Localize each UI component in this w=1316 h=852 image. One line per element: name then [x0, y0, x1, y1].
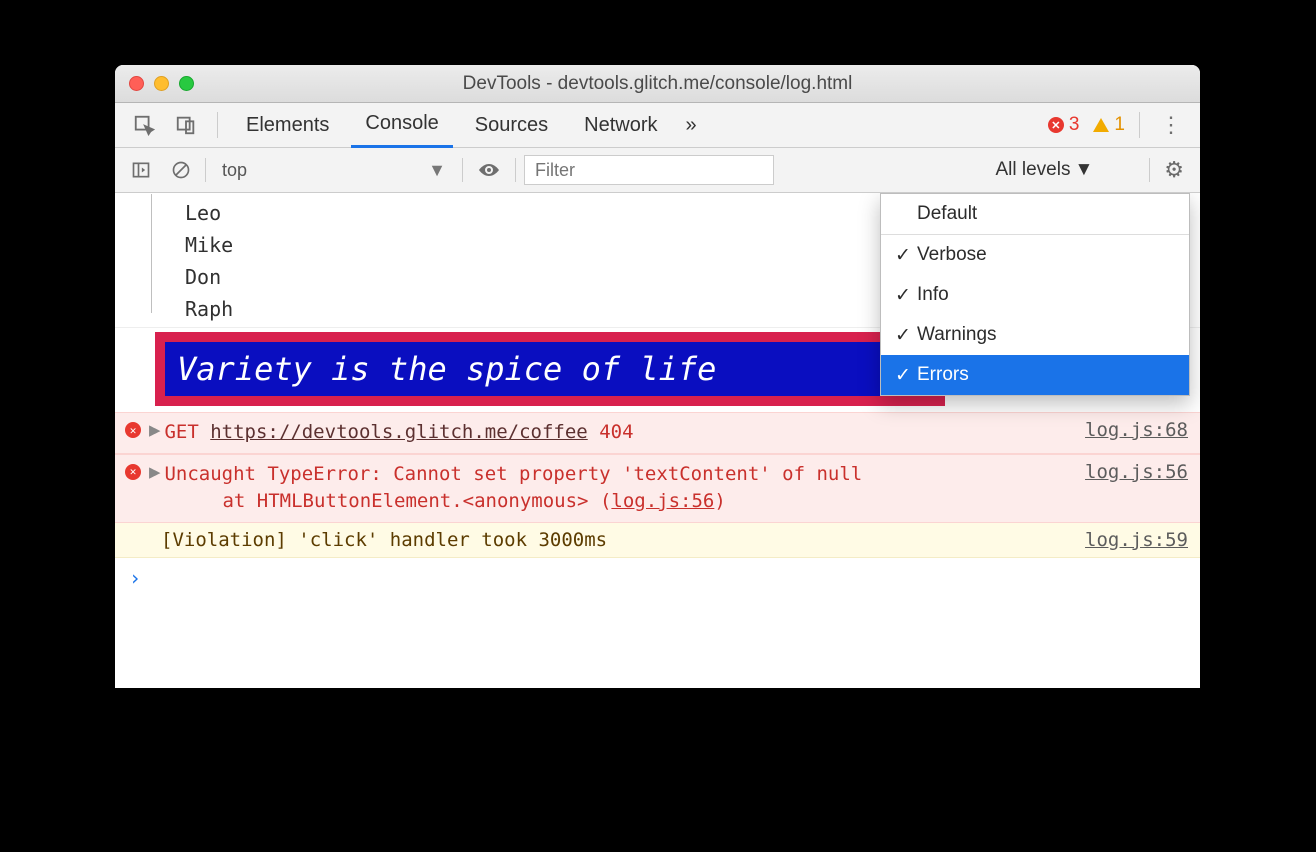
violation-message: [Violation] 'click' handler took 3000ms — [161, 529, 607, 551]
window-title: DevTools - devtools.glitch.me/console/lo… — [115, 73, 1200, 95]
console-row-violation: [Violation] 'click' handler took 3000ms … — [115, 523, 1200, 558]
error-count[interactable]: ✕ 3 — [1048, 114, 1080, 136]
separator — [515, 158, 516, 182]
device-toggle-icon[interactable] — [169, 110, 203, 140]
separator — [217, 112, 218, 138]
console-row-error: ✕ ▶ Uncaught TypeError: Cannot set prope… — [115, 454, 1200, 523]
levels-menu-warnings[interactable]: ✓Warnings — [881, 315, 1189, 355]
error-icon: ✕ — [123, 422, 143, 438]
levels-label: All levels — [995, 159, 1070, 181]
error-icon: ✕ — [1048, 117, 1064, 133]
kebab-menu-icon[interactable]: ⋮ — [1154, 108, 1188, 142]
warning-icon — [1093, 118, 1109, 132]
styled-log-text: Variety is the spice of life — [165, 342, 935, 396]
levels-menu-default[interactable]: Default — [881, 194, 1189, 234]
chevron-down-icon: ▼ — [428, 160, 446, 181]
console-prompt[interactable]: › — [115, 558, 1200, 598]
settings-icon[interactable]: ⚙ — [1158, 153, 1190, 187]
clear-console-icon[interactable] — [165, 156, 197, 184]
levels-menu-errors[interactable]: ✓Errors — [881, 355, 1189, 395]
console-body: Leo Mike Don Raph Variety is the spice o… — [115, 193, 1200, 688]
error-message: GET https://devtools.glitch.me/coffee 40… — [164, 419, 633, 447]
tab-sources[interactable]: Sources — [461, 103, 562, 148]
levels-menu-info[interactable]: ✓Info — [881, 275, 1189, 315]
source-link[interactable]: log.js:59 — [1065, 529, 1188, 551]
styled-log: Variety is the spice of life — [155, 332, 945, 406]
separator — [462, 158, 463, 182]
warning-count[interactable]: 1 — [1093, 114, 1125, 136]
filter-input[interactable] — [524, 155, 774, 185]
sidebar-toggle-icon[interactable] — [125, 156, 157, 184]
separator — [1139, 112, 1140, 138]
panel-tabs: Elements Console Sources Network » ✕ 3 1… — [115, 103, 1200, 148]
levels-menu: Default ✓Verbose ✓Info ✓Warnings ✓Errors — [880, 193, 1190, 396]
request-url[interactable]: https://devtools.glitch.me/coffee — [210, 421, 588, 443]
separator — [205, 158, 206, 182]
tab-network[interactable]: Network — [570, 103, 671, 148]
tabs-overflow[interactable]: » — [680, 103, 703, 148]
disclosure-icon[interactable]: ▶ — [149, 461, 160, 483]
disclosure-icon[interactable]: ▶ — [149, 419, 160, 441]
error-message: Uncaught TypeError: Cannot set property … — [164, 461, 862, 516]
context-value: top — [222, 160, 247, 181]
prompt-icon: › — [129, 566, 141, 590]
chevron-down-icon: ▼ — [1074, 159, 1093, 181]
source-link[interactable]: log.js:56 — [611, 490, 714, 512]
source-link[interactable]: log.js:68 — [1065, 419, 1188, 441]
inspect-icon[interactable] — [127, 110, 161, 140]
warning-count-value: 1 — [1114, 114, 1125, 136]
live-expression-icon[interactable] — [471, 157, 507, 183]
console-row-error: ✕ ▶ GET https://devtools.glitch.me/coffe… — [115, 412, 1200, 454]
error-count-value: 3 — [1069, 114, 1080, 136]
source-link[interactable]: log.js:56 — [1065, 461, 1188, 483]
separator — [1149, 158, 1150, 182]
console-toolbar: top ▼ All levels ▼ ⚙ — [115, 148, 1200, 193]
tab-elements[interactable]: Elements — [232, 103, 343, 148]
levels-menu-verbose[interactable]: ✓Verbose — [881, 235, 1189, 275]
tab-console[interactable]: Console — [351, 103, 452, 148]
context-selector[interactable]: top ▼ — [214, 155, 454, 185]
devtools-window: DevTools - devtools.glitch.me/console/lo… — [115, 65, 1200, 688]
error-icon: ✕ — [123, 464, 143, 480]
log-levels-dropdown[interactable]: All levels ▼ — [995, 159, 1093, 181]
titlebar: DevTools - devtools.glitch.me/console/lo… — [115, 65, 1200, 103]
